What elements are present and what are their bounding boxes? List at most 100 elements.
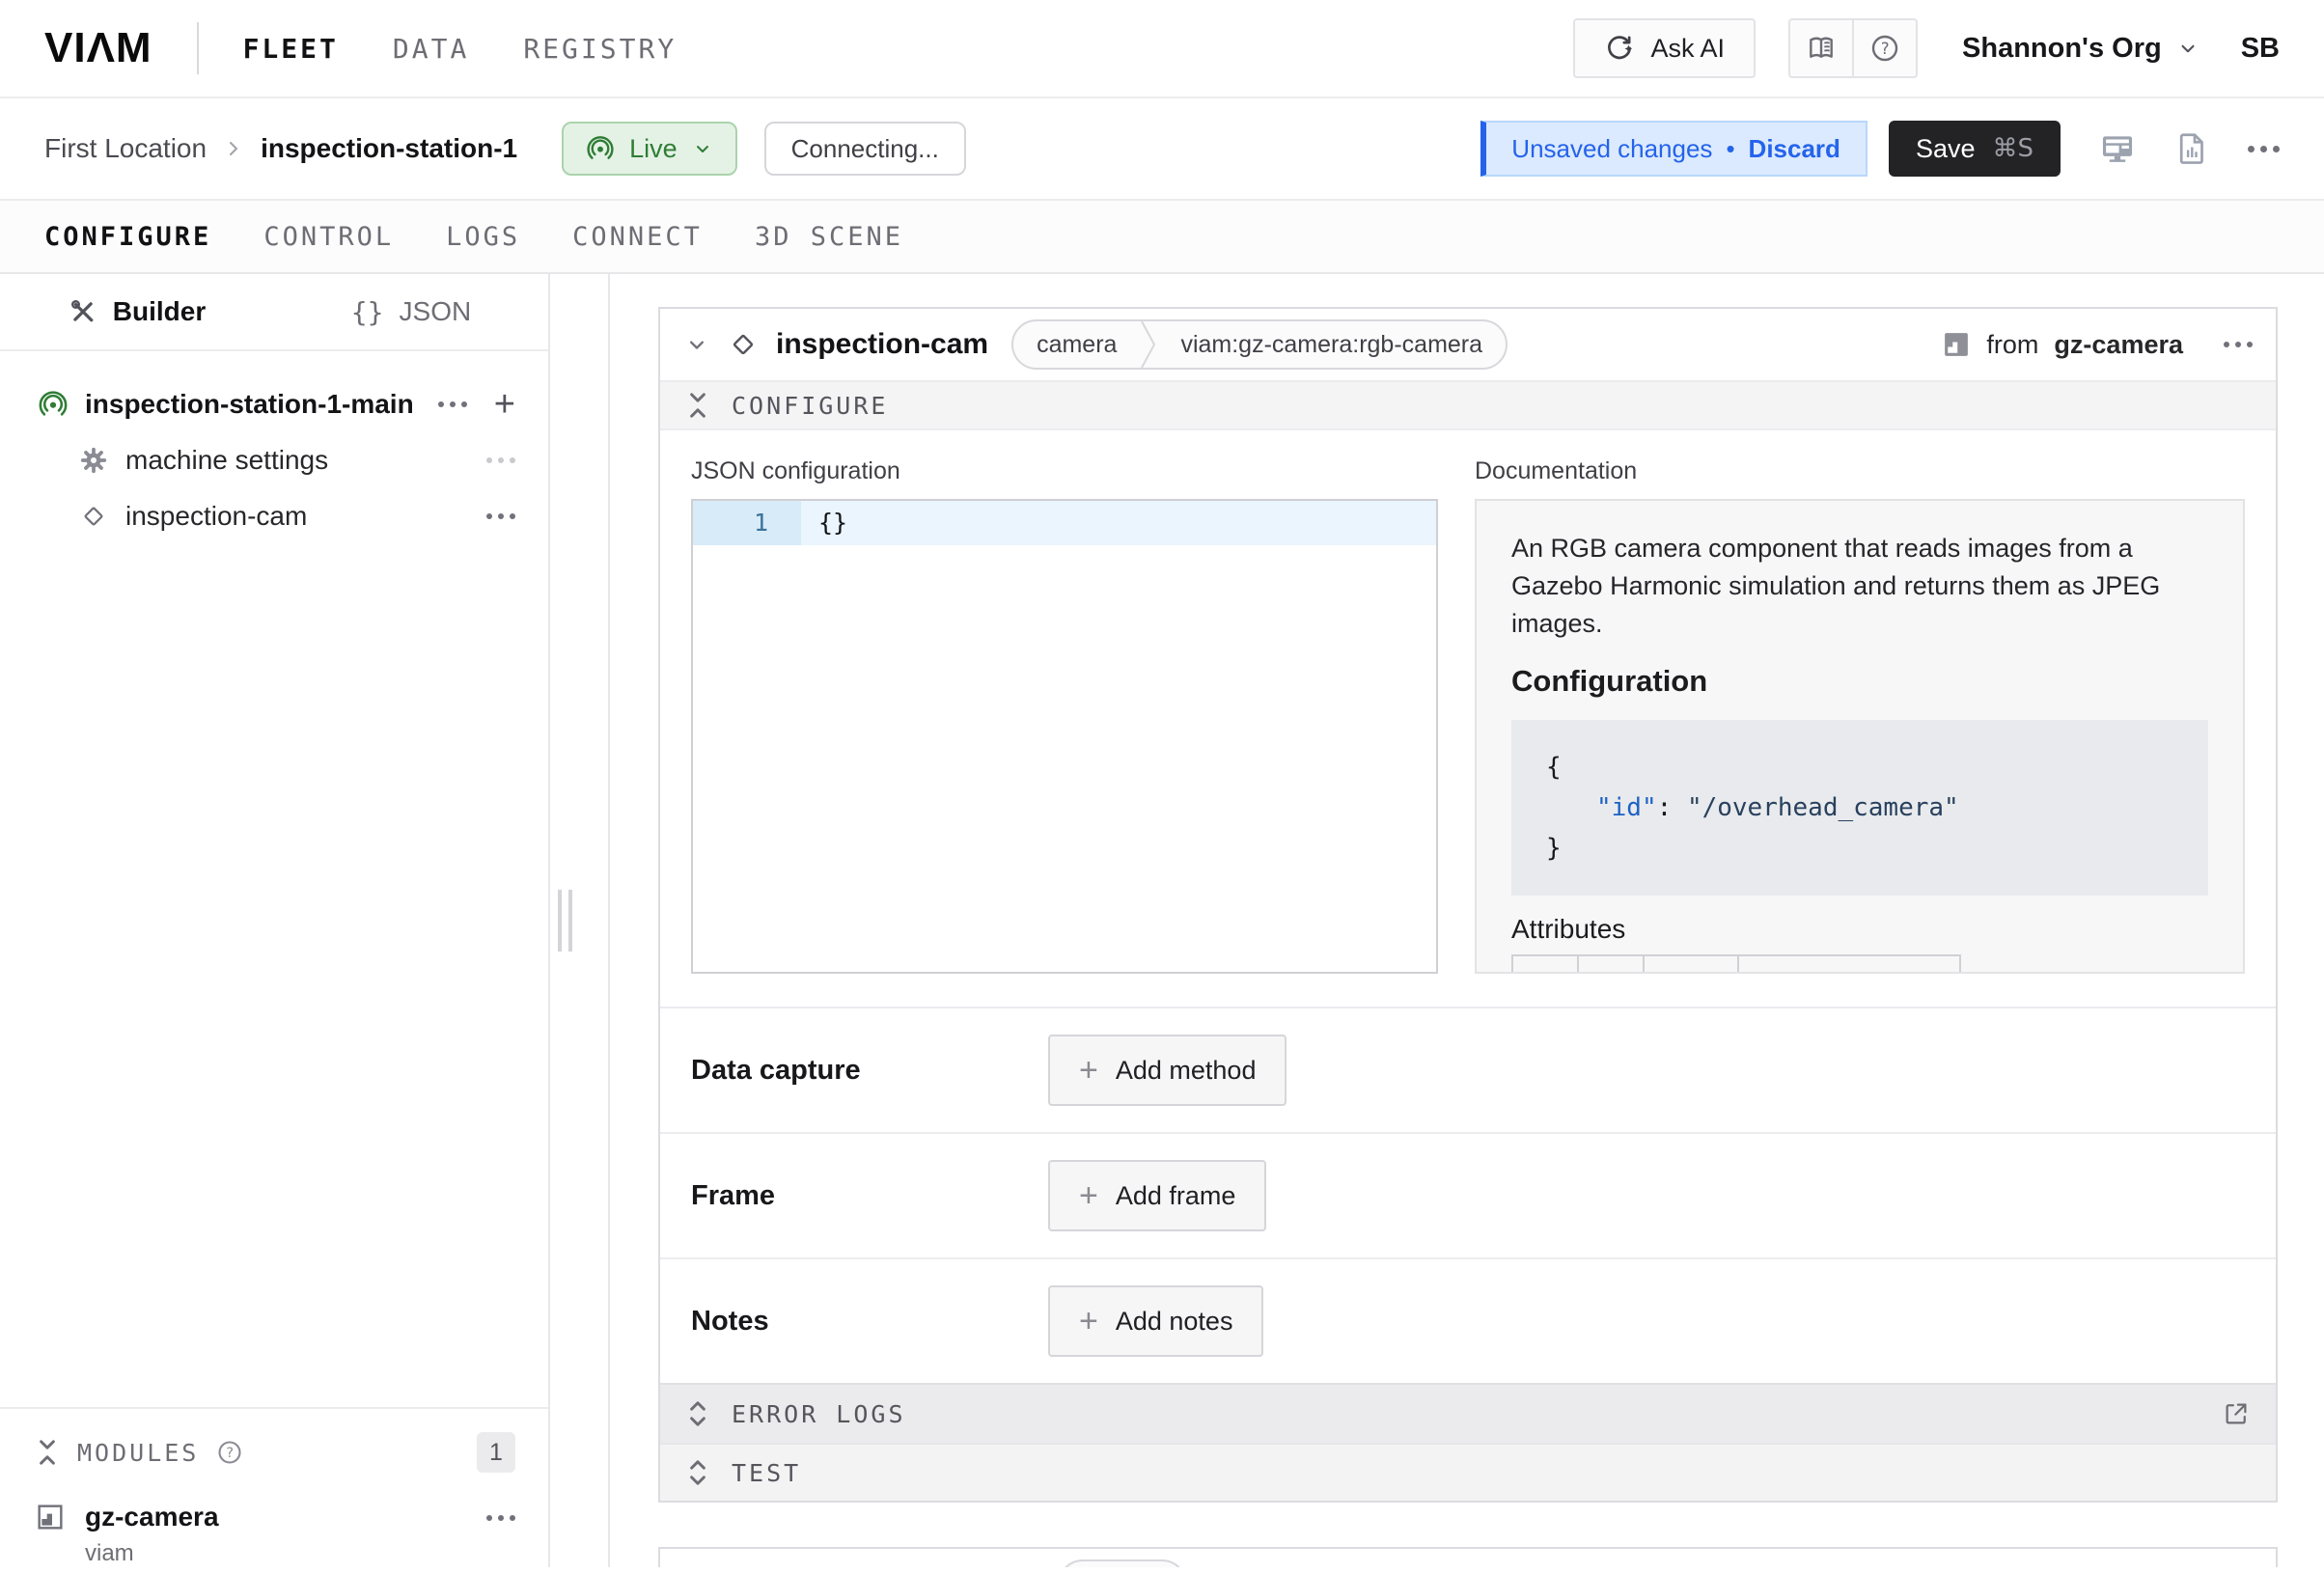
component-menu-icon[interactable] (2224, 342, 2253, 347)
json-configuration-label: JSON configuration (691, 457, 1438, 485)
docs-button[interactable] (1790, 20, 1852, 76)
nav-divider (197, 22, 199, 74)
test-label: TEST (732, 1459, 801, 1487)
component-card-header: inspection-cam camera viam:gz-camera:rgb… (660, 309, 2276, 380)
nav-right: Ask AI ? (1573, 18, 2280, 78)
help-group: ? (1788, 18, 1918, 78)
monitor-icon (2099, 130, 2136, 167)
breadcrumb-chevron-icon (222, 137, 245, 160)
tools-icon (69, 297, 97, 326)
tree-item-machine-settings[interactable]: machine settings (37, 432, 515, 488)
module-menu-icon[interactable] (486, 1515, 515, 1521)
save-button[interactable]: Save ⌘S (1889, 121, 2061, 177)
component-title: inspection-cam (776, 328, 988, 361)
add-method-label: Add method (1116, 1056, 1257, 1086)
add-component-button[interactable]: + (494, 386, 515, 423)
item-menu-icon[interactable] (486, 457, 515, 463)
documentation-description: An RGB camera component that reads image… (1511, 530, 2208, 643)
machine-part-tree: inspection-station-1-main + (0, 351, 548, 544)
code-colon: : (1657, 793, 1687, 822)
more-options-button[interactable] (2248, 146, 2280, 152)
viam-logo[interactable]: VIΛM (44, 24, 152, 72)
modules-header[interactable]: MODULES ? 1 (35, 1430, 515, 1475)
nav-item-data[interactable]: DATA (393, 33, 469, 65)
component-card-inspection-cam: inspection-cam camera viam:gz-camera:rgb… (658, 307, 2278, 1503)
tab-connect[interactable]: CONNECT (572, 222, 703, 252)
editor-line-content[interactable]: {} (801, 501, 1436, 545)
add-notes-button[interactable]: + Add notes (1048, 1285, 1263, 1357)
tab-control[interactable]: CONTROL (263, 222, 394, 252)
resize-handle[interactable] (558, 890, 572, 952)
attributes-heading: Attributes (1511, 914, 2208, 945)
item-menu-icon[interactable] (486, 513, 515, 519)
breadcrumb-machine-name: inspection-station-1 (261, 133, 517, 164)
add-method-button[interactable]: + Add method (1048, 1035, 1286, 1106)
machine-monitor-button[interactable] (2099, 130, 2136, 167)
config-sidebar: Builder {} JSON inspection-station-1-mai… (0, 274, 550, 1567)
module-icon (1942, 330, 1971, 359)
sidebar-resize-gutter[interactable] (550, 274, 610, 1567)
notes-label: Notes (691, 1306, 1048, 1338)
question-circle-icon[interactable]: ? (216, 1439, 243, 1466)
code-key: "id" (1596, 793, 1657, 822)
module-list-item[interactable]: gz-camera viam (35, 1502, 515, 1567)
live-status-dropdown[interactable]: Live (562, 122, 737, 176)
question-circle-icon: ? (1869, 33, 1900, 64)
json-mode-tab[interactable]: {} JSON (274, 274, 548, 349)
broadcast-icon (37, 388, 69, 421)
from-text: from (1986, 330, 2038, 360)
configure-section-bar[interactable]: CONFIGURE (660, 380, 2276, 430)
connecting-status-button[interactable]: Connecting... (764, 122, 966, 176)
book-icon (1806, 33, 1837, 64)
nav-item-registry[interactable]: REGISTRY (523, 33, 677, 65)
error-logs-bar[interactable]: ERROR LOGS (660, 1383, 2276, 1443)
ask-ai-button[interactable]: Ask AI (1573, 18, 1756, 78)
test-bar[interactable]: TEST (660, 1443, 2276, 1501)
machine-bar: First Location inspection-station-1 Live… (0, 98, 2324, 201)
breadcrumb-location[interactable]: First Location (44, 133, 207, 164)
collapse-chevron-icon[interactable] (683, 331, 710, 358)
tab-configure[interactable]: CONFIGURE (44, 222, 211, 252)
tab-3d-scene[interactable]: 3D SCENE (755, 222, 903, 252)
help-button[interactable]: ? (1854, 20, 1916, 76)
tree-item-label: inspection-station-1-main (85, 389, 414, 420)
discard-button[interactable]: Discard (1749, 134, 1840, 164)
frame-section: Frame + Add frame (660, 1132, 2276, 1257)
code-value: "/overhead_camera" (1687, 793, 1959, 822)
configure-section-body: JSON configuration 1 {} Documentation An… (660, 430, 2276, 1007)
tree-item-inspection-cam[interactable]: inspection-cam (37, 488, 515, 544)
documentation-label: Documentation (1475, 457, 2245, 485)
add-frame-button[interactable]: + Add frame (1048, 1160, 1266, 1231)
unsaved-changes-label: Unsaved changes (1511, 134, 1712, 164)
report-document-button[interactable] (2174, 131, 2209, 166)
type-badge-label: camera (1013, 331, 1140, 359)
from-module-label: from gz-camera (1942, 330, 2183, 360)
top-nav: VIΛM FLEET DATA REGISTRY Ask AI (0, 0, 2324, 98)
json-configuration-editor[interactable]: 1 {} (691, 499, 1438, 974)
from-module-name: gz-camera (2054, 330, 2183, 360)
org-switcher[interactable]: Shannon's Org (1962, 33, 2200, 65)
builder-mode-tab[interactable]: Builder (0, 274, 274, 349)
module-card-gz-camera: gz-camera by viam module Registry (658, 1547, 2278, 1567)
editor-line[interactable]: 1 {} (693, 501, 1436, 545)
primary-nav: FLEET DATA REGISTRY (243, 33, 678, 65)
attributes-table-cell (1739, 956, 1959, 974)
code-brace: { (1546, 753, 1562, 782)
unfold-icon (685, 1398, 710, 1429)
tab-logs[interactable]: LOGS (446, 222, 520, 252)
machine-tab-bar: CONFIGURE CONTROL LOGS CONNECT 3D SCENE (0, 201, 2324, 274)
user-avatar[interactable]: SB (2241, 33, 2280, 65)
unsaved-changes-banner: Unsaved changes • Discard (1480, 121, 1868, 177)
ask-ai-icon (1604, 33, 1635, 64)
external-link-icon[interactable] (2222, 1399, 2251, 1428)
tree-item-main-part[interactable]: inspection-station-1-main + (37, 376, 515, 432)
part-menu-icon[interactable] (438, 401, 467, 407)
frame-label: Frame (691, 1180, 1048, 1212)
nav-item-fleet[interactable]: FLEET (243, 33, 339, 65)
modules-title: MODULES (77, 1439, 199, 1467)
report-file-icon (2174, 131, 2209, 166)
configuration-code-block: {"id": "/overhead_camera"} (1511, 720, 2208, 896)
configuration-heading: Configuration (1511, 664, 2208, 699)
component-diamond-icon (79, 502, 108, 531)
chevron-down-icon (691, 137, 714, 160)
